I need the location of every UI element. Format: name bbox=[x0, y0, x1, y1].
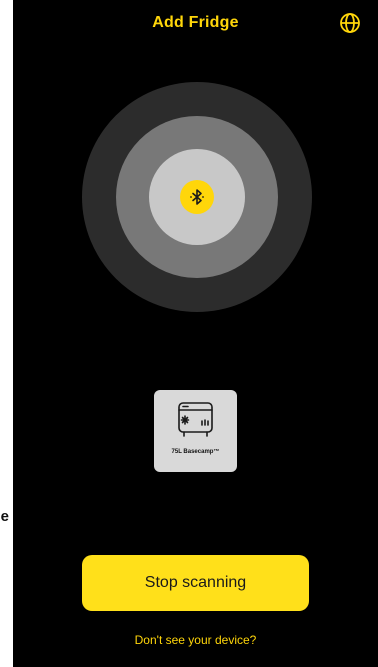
page-title: Add Fridge bbox=[152, 14, 239, 31]
device-name: 75L Basecamp™ bbox=[171, 449, 220, 455]
device-card[interactable]: 75L Basecamp™ bbox=[154, 390, 237, 472]
header-bar: Add Fridge bbox=[13, 0, 378, 48]
fridge-icon bbox=[178, 402, 213, 437]
page: e Add Fridge 75L Basecamp™ Stop scanning… bbox=[0, 0, 378, 667]
help-link[interactable]: Don't see your device? bbox=[13, 633, 378, 647]
bluetooth-icon bbox=[180, 180, 214, 214]
app-screen: Add Fridge 75L Basecamp™ Stop scanning D… bbox=[13, 0, 378, 667]
globe-icon[interactable] bbox=[339, 12, 361, 34]
stop-scanning-button[interactable]: Stop scanning bbox=[82, 555, 309, 611]
cropped-side-text: e bbox=[0, 508, 9, 525]
scanning-radar bbox=[82, 82, 312, 312]
